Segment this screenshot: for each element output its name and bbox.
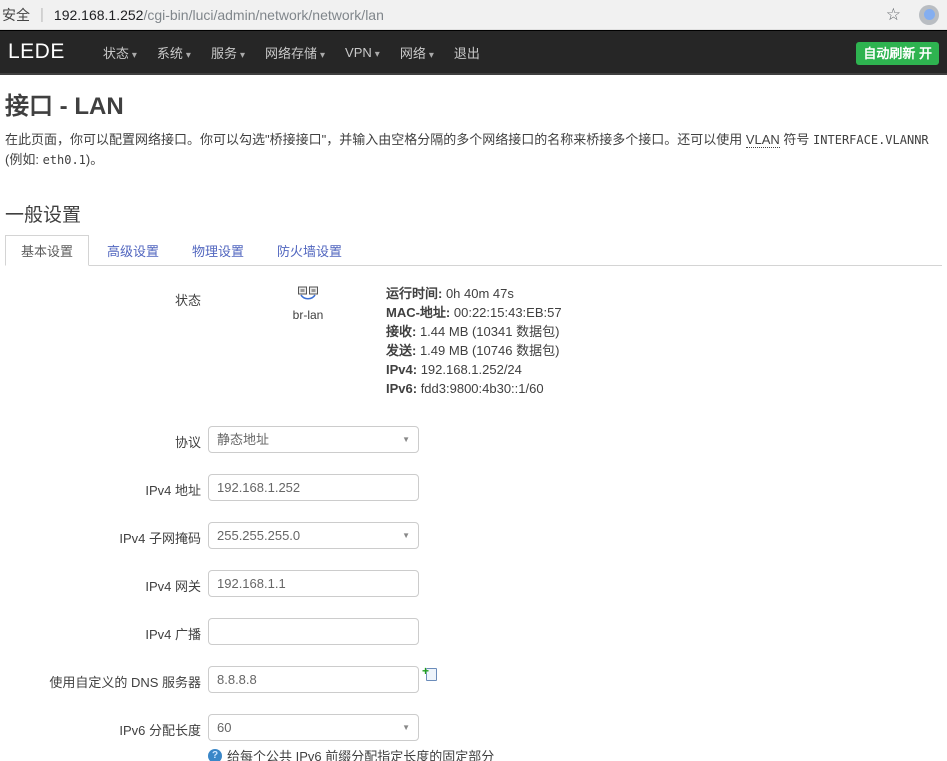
ipv4-address-input[interactable] <box>208 474 419 501</box>
nav-item-services[interactable]: 服务▾ <box>201 35 255 70</box>
ipv6-assign-help: ? 给每个公共 IPv6 前缀分配指定长度的固定部分 <box>208 746 494 761</box>
nav-item-system[interactable]: 系统▾ <box>147 35 201 70</box>
caret-down-icon: ▾ <box>186 50 191 61</box>
ipv4-gateway-row: IPv4 网关 <box>5 570 942 597</box>
caret-down-icon: ▾ <box>320 50 325 61</box>
code-interface-vlannr: INTERFACE.VLANNR <box>813 133 929 147</box>
select-arrow-icon: ▼ <box>402 427 410 452</box>
section-title-general-settings: 一般设置 <box>5 200 942 227</box>
status-line-tx: 发送: 1.49 MB (10746 数据包) <box>386 341 562 360</box>
caret-down-icon: ▾ <box>240 50 245 61</box>
ipv4-broadcast-row: IPv4 广播 <box>5 618 942 645</box>
select-arrow-icon: ▼ <box>402 715 410 740</box>
select-arrow-icon: ▼ <box>402 523 410 548</box>
status-row: 状态 br-lan 运行时间: 0h 40m 47s MAC-地址: 00:22… <box>5 284 942 398</box>
nav-item-status[interactable]: 状态▾ <box>93 35 147 70</box>
settings-tabbar: 基本设置 高级设置 物理设置 防火墙设置 <box>5 239 942 266</box>
status-line-uptime: 运行时间: 0h 40m 47s <box>386 284 562 303</box>
interface-config-form: 状态 br-lan 运行时间: 0h 40m 47s MAC-地址: 00:22… <box>5 266 942 761</box>
security-indicator[interactable]: 安全 <box>2 5 30 25</box>
caret-down-icon: ▾ <box>132 50 137 61</box>
status-details: 运行时间: 0h 40m 47s MAC-地址: 00:22:15:43:EB:… <box>386 284 562 398</box>
tab-firewall-settings[interactable]: 防火墙设置 <box>262 236 357 265</box>
help-icon: ? <box>208 749 222 761</box>
custom-dns-label: 使用自定义的 DNS 服务器 <box>5 666 201 693</box>
ipv6-assign-row: IPv6 分配长度 60 ▼ ? 给每个公共 IPv6 前缀分配指定长度的固定部… <box>5 714 942 761</box>
add-plus-glyph: + <box>422 665 429 677</box>
status-line-rx: 接收: 1.44 MB (10341 数据包) <box>386 322 562 341</box>
protocol-label: 协议 <box>5 426 201 453</box>
caret-down-icon: ▾ <box>429 50 434 61</box>
nav-item-vpn[interactable]: VPN▾ <box>335 37 390 68</box>
ipv4-gateway-input[interactable] <box>208 570 419 597</box>
protocol-select[interactable]: 静态地址 ▼ <box>208 426 419 453</box>
status-label: 状态 <box>5 284 201 398</box>
status-line-mac: MAC-地址: 00:22:15:43:EB:57 <box>386 303 562 322</box>
bridge-interface-icon <box>297 286 319 301</box>
browser-profile-avatar[interactable] <box>919 5 939 25</box>
browser-address-bar[interactable]: 安全 | 192.168.1.252/cgi-bin/luci/admin/ne… <box>0 0 947 30</box>
tab-basic-settings[interactable]: 基本设置 <box>5 235 89 266</box>
ipv6-assign-select[interactable]: 60 ▼ <box>208 714 419 741</box>
url-host: 192.168.1.252 <box>54 7 144 23</box>
device-name: br-lan <box>238 308 378 322</box>
tab-physical-settings[interactable]: 物理设置 <box>177 236 259 265</box>
status-line-ipv6: IPv6: fdd3:9800:4b30::1/60 <box>386 379 562 398</box>
ipv4-broadcast-label: IPv4 广播 <box>5 618 201 645</box>
protocol-row: 协议 静态地址 ▼ <box>5 426 942 453</box>
url-separator: | <box>40 6 44 23</box>
caret-down-icon: ▾ <box>375 49 380 60</box>
code-eth0-1: eth0.1 <box>43 153 86 167</box>
custom-dns-row: 使用自定义的 DNS 服务器 + <box>5 666 942 693</box>
nav-item-network[interactable]: 网络▾ <box>390 35 444 70</box>
tab-advanced-settings[interactable]: 高级设置 <box>92 236 174 265</box>
avatar-inner-dot <box>924 9 935 20</box>
ipv4-netmask-label: IPv4 子网掩码 <box>5 522 201 549</box>
status-line-ipv4: IPv4: 192.168.1.252/24 <box>386 360 562 379</box>
ipv4-broadcast-input[interactable] <box>208 618 419 645</box>
ipv4-address-row: IPv4 地址 <box>5 474 942 501</box>
ipv4-gateway-label: IPv4 网关 <box>5 570 201 597</box>
url-path: /cgi-bin/luci/admin/network/network/lan <box>143 7 383 23</box>
ipv4-address-label: IPv4 地址 <box>5 474 201 501</box>
custom-dns-input[interactable] <box>208 666 419 693</box>
page-description: 在此页面，你可以配置网络接口。你可以勾选"桥接接口"，并输入由空格分隔的多个网络… <box>5 130 942 170</box>
add-entry-icon[interactable]: + <box>422 667 437 682</box>
top-navbar: LEDE 状态▾ 系统▾ 服务▾ 网络存储▾ VPN▾ 网络▾ 退出 自动刷新 … <box>0 30 947 75</box>
brand-logo[interactable]: LEDE <box>8 40 65 64</box>
nav-item-logout[interactable]: 退出 <box>444 35 490 70</box>
auto-refresh-toggle[interactable]: 自动刷新 开 <box>856 42 939 65</box>
bookmark-star-icon[interactable]: ☆ <box>886 6 901 23</box>
ipv6-assign-label: IPv6 分配长度 <box>5 714 201 761</box>
ipv6-assign-help-text: 给每个公共 IPv6 前缀分配指定长度的固定部分 <box>227 746 494 761</box>
vlan-abbr: VLAN <box>746 132 780 148</box>
url-text[interactable]: 192.168.1.252/cgi-bin/luci/admin/network… <box>54 7 384 23</box>
ipv4-netmask-row: IPv4 子网掩码 255.255.255.0 ▼ <box>5 522 942 549</box>
nav-item-nas[interactable]: 网络存储▾ <box>255 35 335 70</box>
ipv4-netmask-select[interactable]: 255.255.255.0 ▼ <box>208 522 419 549</box>
device-block: br-lan <box>208 284 378 398</box>
page-title: 接口 - LAN <box>5 86 942 121</box>
